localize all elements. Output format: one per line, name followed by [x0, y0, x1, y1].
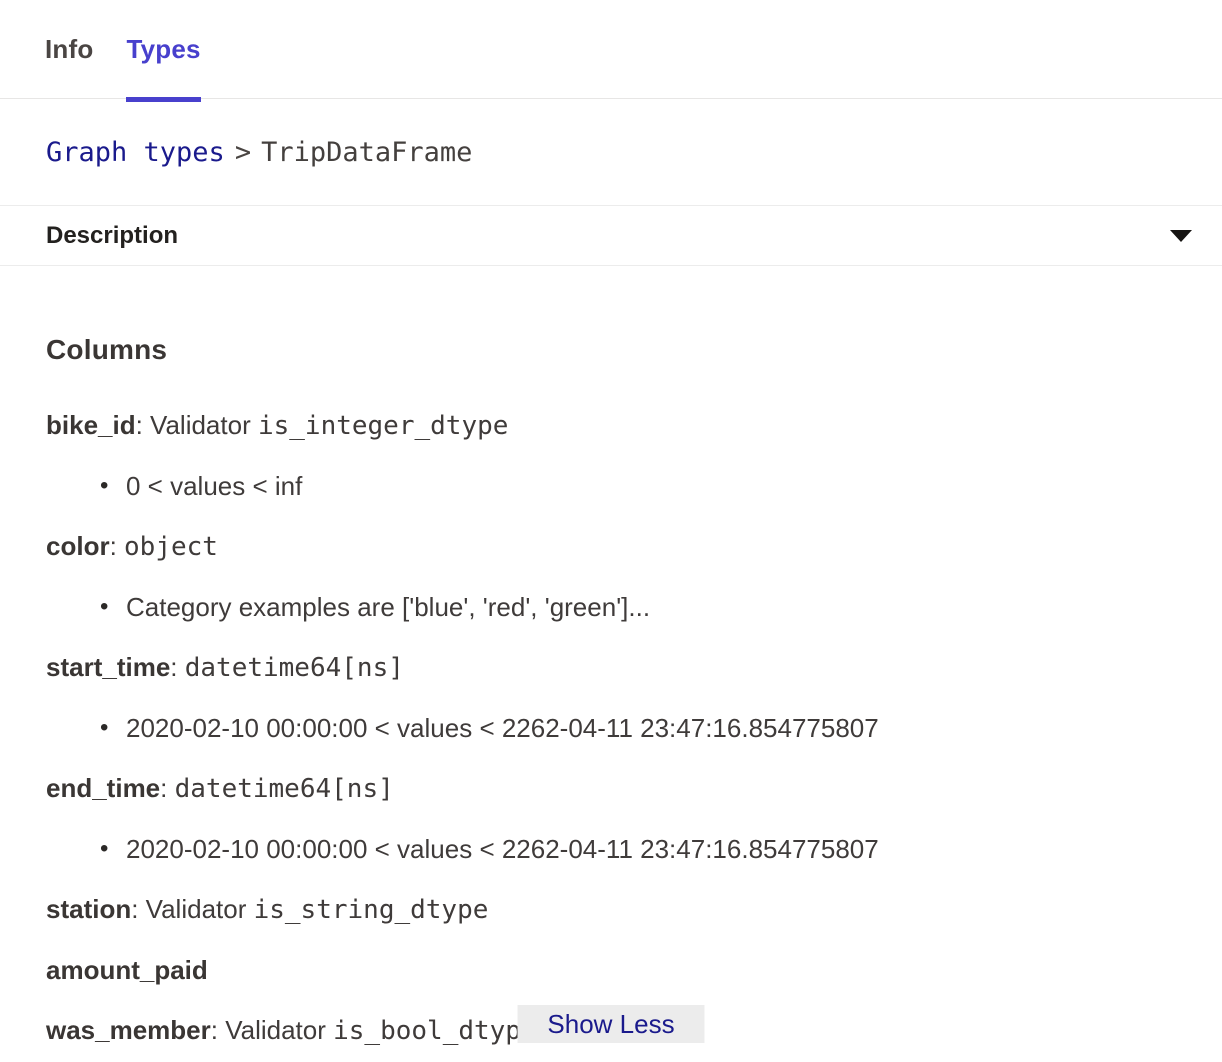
chevron-down-icon[interactable] — [1170, 230, 1192, 242]
column-type-code: is_integer_dtype — [258, 411, 508, 441]
column-name: color — [46, 531, 110, 561]
column-type-code: is_bool_dtype — [333, 1016, 537, 1046]
column-name: was_member — [46, 1015, 211, 1045]
column-validator-label: : — [170, 652, 184, 682]
column-type-code: datetime64[ns] — [185, 653, 404, 683]
breadcrumb-current-type: TripDataFrame — [261, 137, 472, 168]
tab-types[interactable]: Types — [126, 0, 200, 99]
column-name: station — [46, 894, 131, 924]
column-type-code: object — [124, 532, 218, 562]
column-type-code: datetime64[ns] — [175, 774, 394, 804]
breadcrumb-link-graph-types[interactable]: Graph types — [46, 137, 225, 168]
column-name: bike_id — [46, 410, 136, 440]
bullet-icon: • — [100, 833, 126, 865]
column-validator-label: : — [160, 773, 174, 803]
constraint-text: 0 < values < inf — [126, 470, 302, 502]
column-entry-color: color: object — [46, 530, 1176, 563]
column-type-code: is_string_dtype — [254, 895, 489, 925]
description-title: Description — [46, 222, 178, 250]
column-entry-bike_id: bike_id: Validator is_integer_dtype — [46, 409, 1176, 442]
column-entry-station: station: Validator is_string_dtype — [46, 893, 1176, 926]
column-constraint: •2020-02-10 00:00:00 < values < 2262-04-… — [46, 833, 1176, 865]
bullet-icon: • — [100, 712, 126, 744]
column-validator-label: : Validator — [211, 1015, 333, 1045]
tab-bar: Info Types — [0, 0, 1222, 99]
bullet-icon: • — [100, 591, 126, 623]
columns-list: bike_id: Validator is_integer_dtype•0 < … — [46, 409, 1176, 1047]
column-name: amount_paid — [46, 955, 208, 985]
column-constraint: •Category examples are ['blue', 'red', '… — [46, 591, 1176, 623]
description-section-header[interactable]: Description — [0, 206, 1222, 266]
column-name: end_time — [46, 773, 160, 803]
column-entry-end_time: end_time: datetime64[ns] — [46, 772, 1176, 805]
constraint-text: 2020-02-10 00:00:00 < values < 2262-04-1… — [126, 833, 879, 865]
column-validator-label: : Validator — [136, 410, 258, 440]
breadcrumb: Graph types > TripDataFrame — [0, 99, 1222, 206]
column-validator-label: : Validator — [131, 894, 253, 924]
constraint-text: 2020-02-10 00:00:00 < values < 2262-04-1… — [126, 712, 879, 744]
bullet-icon: • — [100, 470, 126, 502]
columns-heading: Columns — [46, 332, 1176, 368]
column-entry-amount_paid: amount_paid — [46, 954, 1176, 986]
show-less-button[interactable]: Show Less — [518, 1005, 705, 1043]
tab-info[interactable]: Info — [45, 0, 93, 99]
column-constraint: •2020-02-10 00:00:00 < values < 2262-04-… — [46, 712, 1176, 744]
columns-section: Columns bike_id: Validator is_integer_dt… — [0, 266, 1222, 1047]
column-validator-label: : — [110, 531, 124, 561]
column-entry-start_time: start_time: datetime64[ns] — [46, 651, 1176, 684]
column-name: start_time — [46, 652, 170, 682]
column-constraint: •0 < values < inf — [46, 470, 1176, 502]
breadcrumb-separator: > — [235, 137, 251, 168]
constraint-text: Category examples are ['blue', 'red', 'g… — [126, 591, 650, 623]
